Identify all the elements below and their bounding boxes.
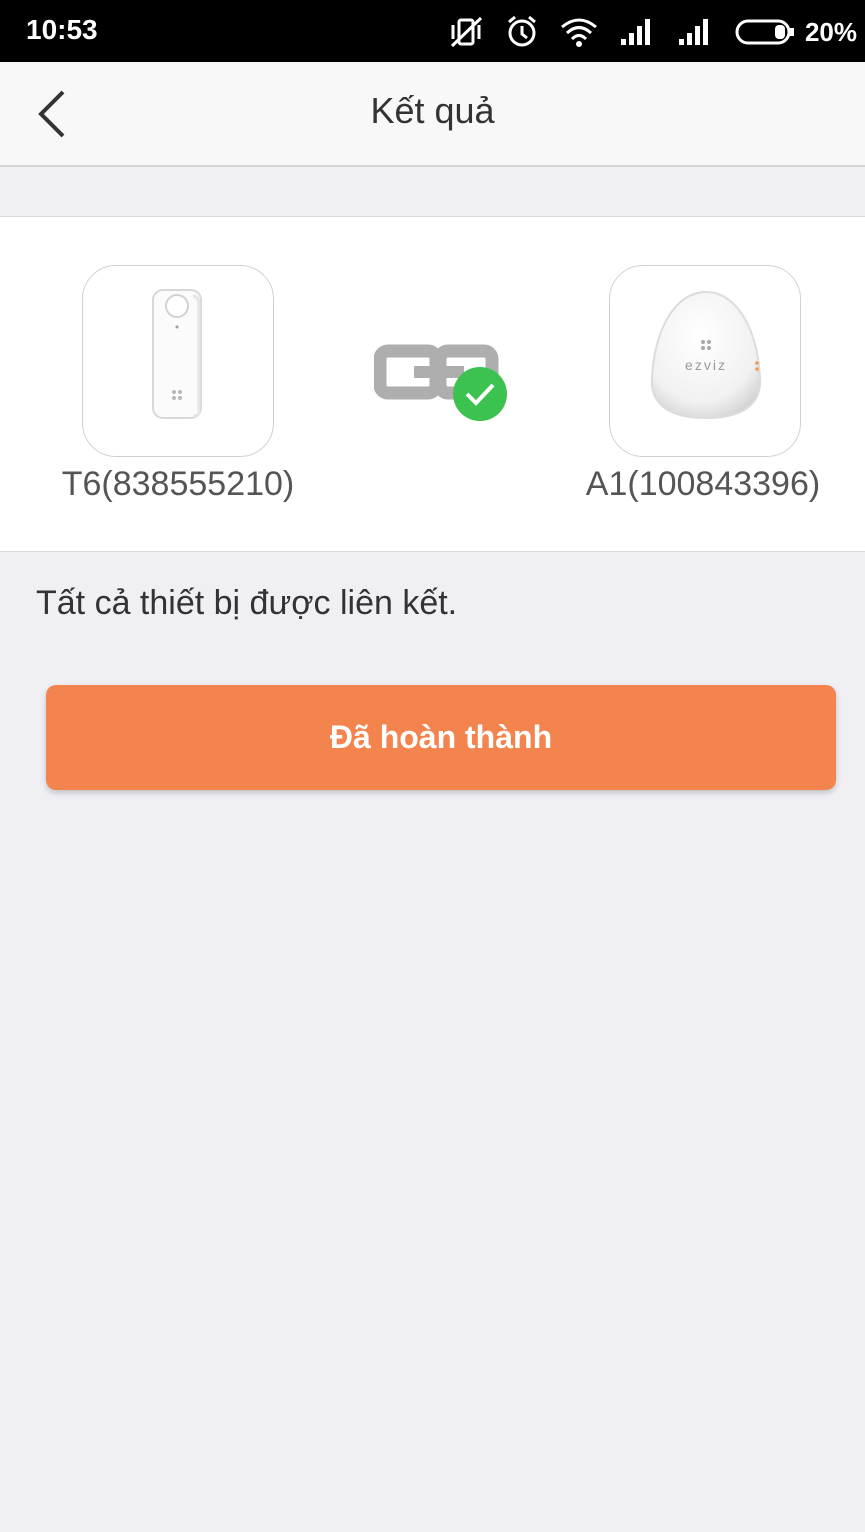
wifi-icon (561, 18, 597, 47)
status-icons: 20% (449, 12, 857, 52)
door-sensor-image (152, 289, 202, 419)
alarm-icon (507, 15, 536, 47)
device-link-panel: ezviz T6(838555210) A1(100843396) (0, 216, 865, 552)
brand-text: ezviz (685, 357, 727, 373)
signal-icon (620, 19, 650, 45)
status-bar: 10:53 20% (0, 0, 865, 62)
app-bar: Kết quả (0, 62, 865, 167)
check-circle-icon (453, 367, 507, 421)
signal-icon (678, 19, 708, 45)
link-icon (374, 344, 507, 421)
device-label-sensor: T6(838555210) (61, 465, 295, 503)
result-message: Tất cả thiết bị được liên kết. (36, 584, 458, 622)
battery-icon (735, 19, 794, 45)
vibrate-off-icon (450, 16, 482, 48)
device-card-sensor (82, 265, 274, 457)
device-card-hub: ezviz (609, 265, 801, 457)
page-title: Kết quả (370, 90, 495, 131)
battery-percentage: 20% (804, 16, 857, 47)
status-time: 10:53 (26, 14, 98, 45)
ezviz-hub-image: ezviz (650, 290, 762, 420)
device-label-hub: A1(100843396) (585, 465, 821, 503)
done-button[interactable]: Đã hoàn thành (46, 685, 836, 790)
